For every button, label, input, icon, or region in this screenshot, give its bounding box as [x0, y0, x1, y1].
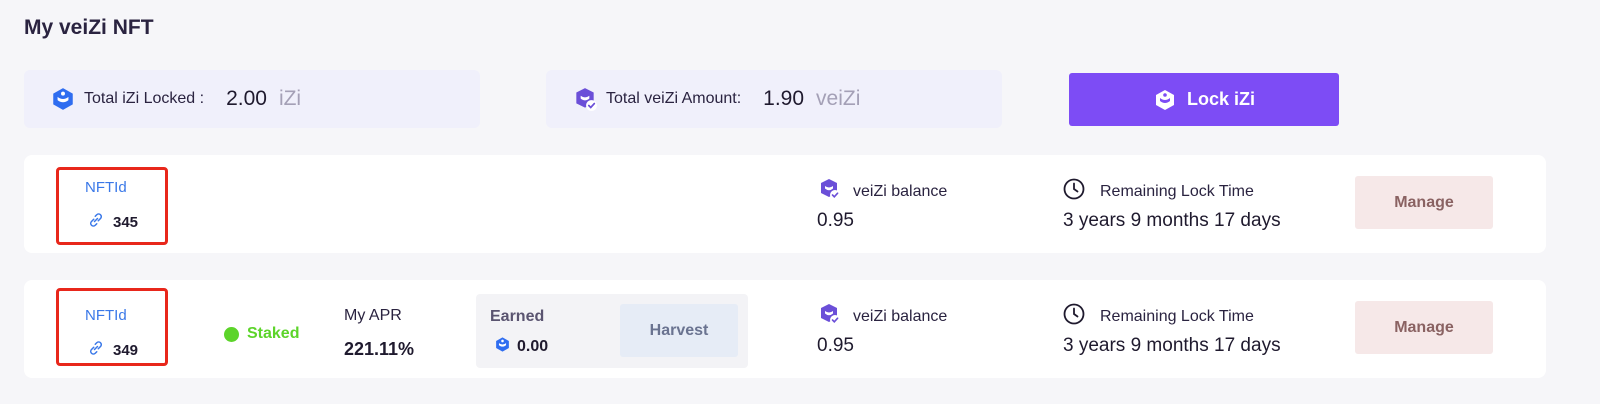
total-veizi-amount-label: Total veiZi Amount:	[606, 90, 742, 107]
nft-id-label: NFTId	[85, 307, 127, 324]
nft-id-value: 345	[113, 214, 139, 231]
my-apr-value: 221.11%	[344, 339, 415, 359]
remaining-lock-time-value: 3 years 9 months 17 days	[1063, 210, 1281, 231]
nft-id-label: NFTId	[85, 179, 127, 196]
lock-izi-label: Lock iZi	[1186, 89, 1255, 109]
status-badge: Staked	[224, 325, 299, 343]
remaining-lock-time-label: Remaining Lock Time	[1100, 307, 1254, 325]
total-veizi-amount-unit: veiZi	[816, 87, 861, 110]
nft-id-link[interactable]: 345	[87, 211, 138, 234]
total-izi-locked-value: 2.00	[226, 87, 267, 110]
earned-panel: Earned 0.00 Harvest	[476, 294, 748, 368]
izi-logo-icon	[1153, 88, 1177, 112]
remaining-lock-time-label: Remaining Lock Time	[1100, 182, 1254, 200]
page-title: My veiZi NFT	[24, 16, 154, 39]
nft-id-value: 349	[113, 342, 139, 359]
my-apr-label: My APR	[344, 307, 402, 324]
nft-card: NFTId 349 Staked My APR 221.11% Earned 0…	[24, 280, 1546, 378]
lock-izi-button[interactable]: Lock iZi	[1069, 73, 1339, 126]
veizi-balance-header: veiZi balance	[817, 177, 947, 206]
veizi-logo-icon	[572, 86, 598, 112]
veizi-logo-icon	[817, 302, 841, 331]
earned-value: 0.00	[517, 338, 549, 355]
earned-amount: 0.00	[494, 336, 548, 358]
link-icon	[87, 211, 105, 234]
staked-dot-icon	[224, 326, 239, 342]
nft-id-link[interactable]: 349	[87, 339, 138, 362]
total-izi-locked-label: Total iZi Locked :	[84, 90, 205, 107]
harvest-button[interactable]: Harvest	[620, 304, 738, 357]
manage-button[interactable]: Manage	[1355, 176, 1493, 229]
remaining-lock-time-header: Remaining Lock Time	[1062, 177, 1254, 206]
clock-icon	[1062, 302, 1086, 331]
veizi-balance-value: 0.95	[817, 335, 854, 356]
total-veizi-amount-value: 1.90	[763, 87, 805, 110]
veizi-logo-icon	[817, 177, 841, 206]
izi-logo-icon	[494, 336, 511, 358]
clock-icon	[1062, 177, 1086, 206]
link-icon	[87, 339, 105, 362]
veizi-balance-label: veiZi balance	[853, 182, 948, 200]
nft-card: NFTId 345 veiZi balance 0.95 Remaining L…	[24, 155, 1546, 253]
veizi-balance-label: veiZi balance	[853, 307, 948, 325]
veizi-balance-value: 0.95	[817, 210, 854, 231]
status-label: Staked	[247, 325, 300, 342]
total-izi-locked-panel: Total iZi Locked : 2.00 iZi	[24, 70, 480, 128]
remaining-lock-time-value: 3 years 9 months 17 days	[1063, 335, 1281, 356]
earned-label: Earned	[490, 308, 545, 325]
veizi-balance-header: veiZi balance	[817, 302, 947, 331]
izi-logo-icon	[50, 86, 76, 112]
total-veizi-amount-panel: Total veiZi Amount: 1.90 veiZi	[546, 70, 1002, 128]
remaining-lock-time-header: Remaining Lock Time	[1062, 302, 1254, 331]
manage-button[interactable]: Manage	[1355, 301, 1493, 354]
total-izi-locked-unit: iZi	[278, 87, 302, 110]
